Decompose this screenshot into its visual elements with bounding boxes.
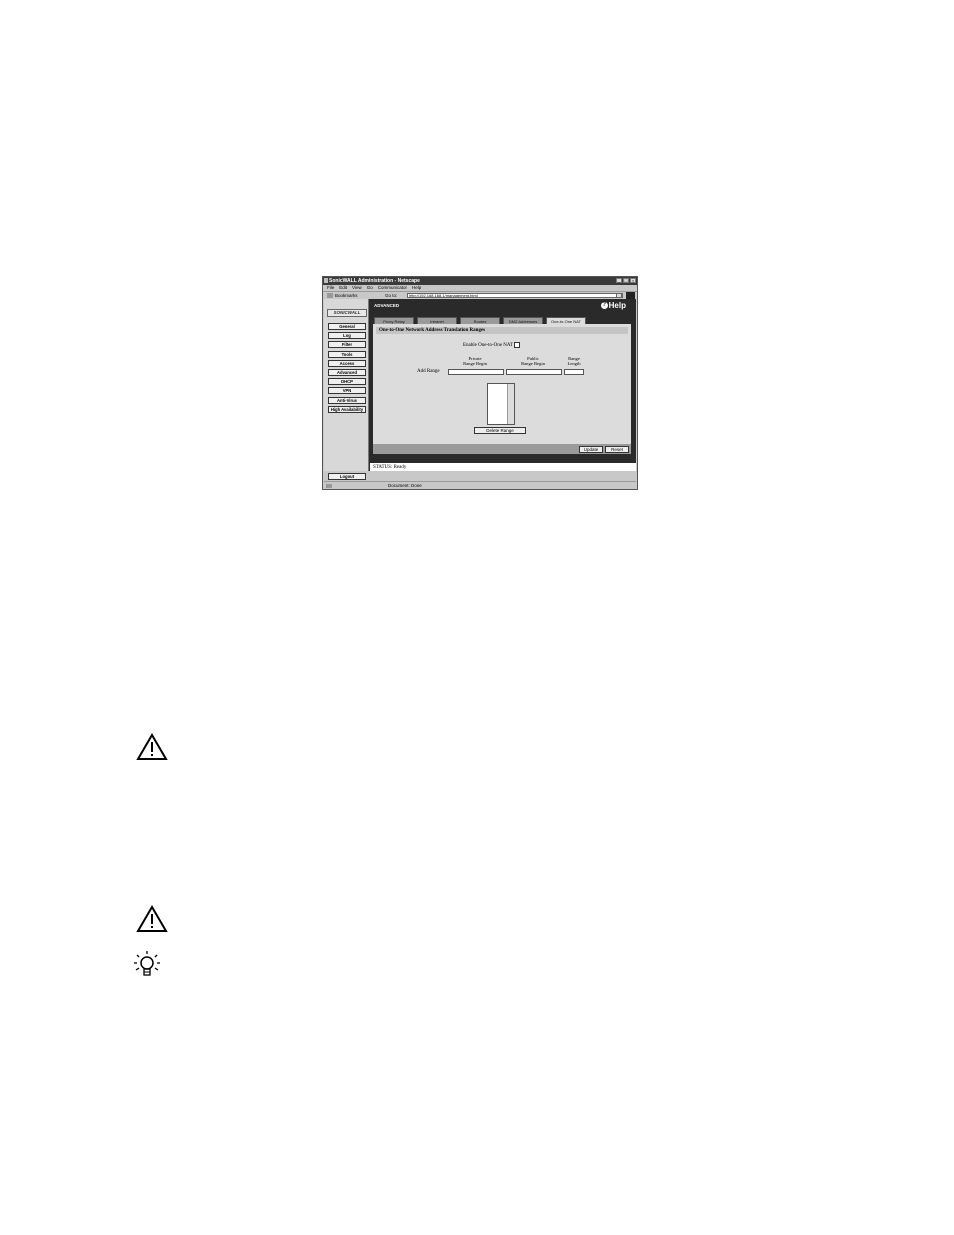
- help-link[interactable]: ? Help: [600, 301, 626, 310]
- col-range-length: Range Length: [567, 356, 581, 366]
- goto-label: Go to:: [385, 293, 398, 298]
- sidebar-item-dhcp[interactable]: DHCP: [328, 378, 366, 386]
- reset-button[interactable]: Reset: [605, 446, 629, 453]
- minimize-button[interactable]: _: [616, 278, 622, 283]
- warning-icon: [136, 905, 168, 932]
- col-private-range-begin: Private Range Begin: [463, 356, 487, 366]
- main-area: ADVANCED ? Help Proxy Relay Intranet Rout…: [370, 299, 636, 471]
- public-range-begin-input[interactable]: [506, 369, 562, 375]
- sidebar-item-log[interactable]: Log: [328, 332, 366, 340]
- sidebar: SONICWALL General Log Filter Tools Acces…: [324, 299, 369, 480]
- enable-row: Enable One-to-One NAT: [463, 342, 521, 349]
- delete-range-button[interactable]: Delete Range: [474, 427, 526, 434]
- range-length-input[interactable]: [564, 369, 584, 375]
- sidebar-item-access[interactable]: Access: [328, 359, 366, 367]
- warning-icon: [136, 733, 168, 760]
- page-content: SONICWALL General Log Filter Tools Acces…: [324, 299, 636, 480]
- sidebar-item-advanced[interactable]: Advanced: [328, 368, 366, 376]
- document-status: Document: Done: [388, 483, 422, 488]
- private-range-begin-input[interactable]: [448, 369, 504, 375]
- status-text: STATUS: Ready: [373, 465, 407, 470]
- tab-dmz-addresses[interactable]: DMZ Addresses: [503, 317, 543, 324]
- window-title: SonicWALL Administration - Netscape: [329, 278, 420, 284]
- ranges-listbox[interactable]: [487, 383, 515, 425]
- help-label: Help: [608, 301, 626, 310]
- help-icon: ?: [600, 302, 608, 310]
- listbox-scrollbar[interactable]: [507, 384, 514, 424]
- tab-intranet[interactable]: Intranet: [417, 317, 457, 324]
- tab-one-to-one-nat[interactable]: One-to-One NAT: [546, 317, 586, 324]
- window-controls: _ □ ×: [616, 278, 636, 283]
- status-row: STATUS: Ready: [370, 463, 636, 471]
- sidebar-item-vpn[interactable]: VPN: [328, 387, 366, 395]
- tab-proxy-relay[interactable]: Proxy Relay: [374, 317, 414, 324]
- url-field[interactable]: http://192.168.168.1/management.html: [407, 293, 623, 298]
- browser-window: SonicWALL Administration - Netscape _ □ …: [322, 276, 638, 490]
- enable-nat-checkbox[interactable]: [514, 342, 521, 348]
- tab-bar: Proxy Relay Intranet Routes DMZ Addresse…: [374, 317, 586, 324]
- sidebar-item-high-availability[interactable]: High Availability: [328, 405, 366, 413]
- nat-panel: One-to-One Network Address Translation R…: [373, 324, 631, 444]
- close-button[interactable]: ×: [630, 278, 636, 283]
- maximize-button[interactable]: □: [623, 278, 629, 283]
- enable-label: Enable One-to-One NAT: [463, 343, 513, 349]
- tip-icon: [134, 951, 160, 976]
- netscape-logo-icon: [626, 292, 635, 299]
- netscape-app-icon: [324, 278, 328, 283]
- section-title: ADVANCED: [374, 303, 400, 308]
- title-bar: SonicWALL Administration - Netscape _ □ …: [323, 277, 637, 285]
- page-icon: [327, 293, 333, 298]
- add-range-label: Add Range: [417, 369, 440, 374]
- sidebar-item-anti-virus[interactable]: Anti-Virus: [328, 396, 366, 404]
- col-public-range-begin: Public Range Begin: [521, 356, 545, 366]
- sidebar-item-general[interactable]: General: [328, 323, 366, 330]
- sidebar-item-filter[interactable]: Filter: [328, 341, 366, 349]
- update-button[interactable]: Update: [579, 446, 603, 453]
- security-lock-icon: [326, 484, 332, 488]
- bookmarks-button[interactable]: Bookmarks: [335, 293, 358, 298]
- sidebar-item-tools[interactable]: Tools: [328, 350, 366, 358]
- url-dropdown-icon[interactable]: [616, 293, 622, 298]
- browser-status-bar: Document: Done: [324, 481, 636, 490]
- tab-routes[interactable]: Routes: [460, 317, 500, 324]
- sidebar-nav: General Log Filter Tools Access Advanced…: [328, 323, 366, 415]
- sonicwall-logo: SONICWALL: [327, 309, 367, 317]
- logout-button[interactable]: Logout: [328, 473, 366, 480]
- panel-title: One-to-One Network Address Translation R…: [376, 327, 628, 334]
- button-bar: Update Reset: [373, 444, 631, 454]
